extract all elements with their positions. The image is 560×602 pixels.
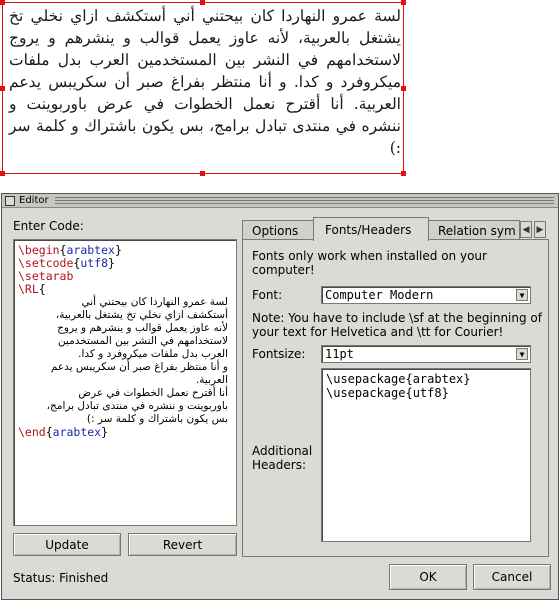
code-arabic-line: أستكشف ازاي نخلي تخ يشتغل بالعربية، [55,309,228,321]
status-text: Status: Finished [13,571,109,585]
code-command: \RL [18,282,39,296]
code-command: \begin [18,243,60,257]
editor-window: Editor Enter Code: \begin{arabtex} \setc… [1,193,559,600]
titlebar-grip [54,196,554,205]
font-select[interactable]: Computer Modern ▼ [321,286,531,304]
code-arabic-line: أنا أقترح نعمل الخطوات في عرض [78,387,228,399]
header-line: \usepackage{utf8} [326,386,449,400]
code-line-setarab: \setarab [18,270,232,283]
code-arabic-line: لاستخدامهم في النشر بين المستخدمين [57,335,228,347]
resize-handle-top-right[interactable] [401,0,406,5]
tab-relation-symbols[interactable]: Relation sym [428,220,520,240]
code-arabic-line: لسة عمرو النهاردا كان بيحتني أني [81,296,228,308]
enter-code-label: Enter Code: [13,219,84,233]
code-argument: arabtex [66,243,115,257]
code-line-end: \end{arabtex} [18,425,109,439]
resize-handle-top-left[interactable] [0,0,5,5]
code-arabic-block: لسة عمرو النهاردا كان بيحتني أني أستكشف … [18,296,232,426]
code-arabic-line: العرب بدل ملفات ميكروفرد و كدا. [78,348,228,360]
resize-handle-bottom-left[interactable] [0,171,5,176]
code-argument: utf8 [80,256,109,270]
tab-options[interactable]: Options [242,220,314,240]
editor-titlebar[interactable]: Editor [2,194,558,208]
code-editor[interactable]: \begin{arabtex} \setcode{utf8} \setarab … [13,239,237,526]
fonts-headers-panel: Fonts only work when installed on your c… [242,239,549,557]
chevron-down-icon[interactable]: ▼ [516,289,528,301]
cancel-button[interactable]: Cancel [473,564,551,590]
fontsize-select[interactable]: 11pt ▼ [321,345,531,363]
code-command: \setarab [18,269,74,283]
tab-fonts-headers[interactable]: Fonts/Headers [313,217,429,241]
fonts-install-note: Fonts only work when installed on your c… [252,249,487,277]
code-line-rl: \RL{ [18,282,46,296]
tab-scroll-right-button[interactable]: ▶ [534,221,546,238]
additional-headers-textarea[interactable]: \usepackage{arabtex} \usepackage{utf8} [321,368,531,542]
revert-button[interactable]: Revert [128,533,237,556]
resize-handle-bottom-right[interactable] [401,171,406,176]
code-argument: arabtex [52,425,102,439]
code-arabic-line: لأنه عاوز يعمل قوالب و ينشرهم و يروج [57,322,228,334]
font-select-value: Computer Modern [325,288,434,302]
code-arabic-line: العربية. [195,374,228,386]
rendered-preview[interactable]: لسة عمرو النهاردا كان بيحتني أني أستكشف … [0,0,406,176]
fontsize-label: Fontsize: [252,347,306,361]
code-command: \end [18,425,46,439]
header-line: \usepackage{arabtex} [326,372,471,386]
fontsize-select-value: 11pt [325,347,354,361]
chevron-down-icon[interactable]: ▼ [516,348,528,360]
window-title: Editor [19,194,49,206]
code-arabic-line: باوربوينت و ننشره في منتدى تبادل برامج، [46,400,228,412]
additional-headers-label: Additional Headers: [252,444,313,472]
code-arabic-line: و أنا منتظر بفراغ صبر أن سكريبس يدعم [50,361,228,373]
tab-scroll-left-button[interactable]: ◀ [520,221,532,238]
font-label: Font: [252,288,283,302]
rendered-arabic-text: لسة عمرو النهاردا كان بيحتني أني أستكشف … [9,7,401,157]
window-menu-button[interactable] [5,195,15,206]
resize-handle-bottom-middle[interactable] [200,171,205,176]
sf-tt-note: Note: You have to include \sf at the beg… [252,311,542,339]
code-command: \setcode [18,256,74,270]
ok-button[interactable]: OK [389,564,467,590]
resize-handle-middle-left[interactable] [0,86,5,91]
resize-handle-middle-right[interactable] [401,86,406,91]
update-button[interactable]: Update [13,533,121,556]
